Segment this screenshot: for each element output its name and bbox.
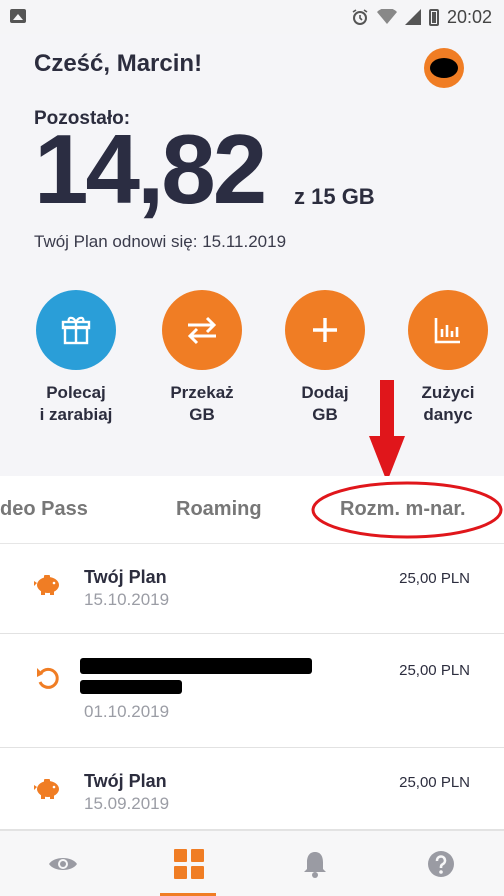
- transaction-amount: 25,00 PLN: [399, 774, 470, 791]
- list-item[interactable]: Twój Plan 15.10.2019 25,00 PLN: [0, 544, 504, 634]
- transaction-title: Twój Plan: [84, 771, 167, 791]
- redaction-bar: [80, 658, 312, 674]
- signal-icon: [404, 9, 421, 25]
- quick-actions: Polecaj i zarabiaj Przekaż GB Dodaj GB Z…: [0, 290, 504, 430]
- annotation-ellipse-icon: [311, 481, 503, 539]
- clock: 20:02: [446, 6, 492, 27]
- transaction-date: 15.10.2019: [84, 590, 170, 609]
- action-label: Dodaj GB: [301, 383, 349, 425]
- action-label: Polecaj i zarabiaj: [39, 383, 113, 425]
- nav-notifications[interactable]: [252, 831, 378, 896]
- greeting: Cześć, Marcin!: [34, 50, 203, 77]
- redaction-bar: [80, 680, 182, 694]
- image-notification-icon: [10, 9, 26, 23]
- action-add[interactable]: Dodaj GB: [265, 290, 385, 426]
- help-icon: [428, 851, 454, 877]
- transaction-date: 01.10.2019: [84, 702, 170, 721]
- gift-icon: [36, 290, 116, 370]
- chart-icon: [408, 290, 488, 370]
- status-bar: 20:02: [0, 0, 504, 34]
- battery-icon: [428, 8, 439, 26]
- remaining-unit: z 15 GB: [294, 184, 375, 209]
- eye-icon: [49, 858, 77, 870]
- avatar[interactable]: [424, 48, 464, 88]
- piggy-bank-icon: [34, 774, 62, 802]
- action-transfer[interactable]: Przekaż GB: [142, 290, 262, 426]
- nav-help[interactable]: [378, 831, 504, 896]
- action-label: Zużyci danyc: [421, 383, 475, 425]
- remaining-value: 14,82: [34, 114, 267, 224]
- renewal-date: Twój Plan odnowi się: 15.11.2019: [34, 232, 287, 251]
- wifi-icon: [376, 9, 397, 24]
- piggy-bank-icon: [34, 570, 62, 598]
- action-refer[interactable]: Polecaj i zarabiaj: [16, 290, 136, 426]
- transaction-amount: 25,00 PLN: [399, 662, 470, 679]
- alarm-icon: [352, 9, 368, 25]
- nav-overview[interactable]: [0, 831, 126, 896]
- transaction-date: 15.09.2019: [84, 794, 170, 813]
- action-usage[interactable]: Zużyci danyc: [388, 290, 504, 426]
- transfer-icon: [162, 290, 242, 370]
- list-item[interactable]: Twój Plan 15.09.2019 25,00 PLN: [0, 748, 504, 830]
- bottom-navigation: [0, 830, 504, 896]
- annotation-arrow-icon: [369, 380, 405, 482]
- transaction-amount: 25,00 PLN: [399, 570, 470, 587]
- tab-roaming[interactable]: Roaming: [176, 498, 262, 521]
- tab-video-pass[interactable]: deo Pass: [0, 498, 88, 521]
- grid-icon: [174, 849, 204, 879]
- nav-dashboard[interactable]: [126, 831, 252, 896]
- action-label: Przekaż GB: [170, 383, 234, 425]
- refresh-icon: [34, 664, 62, 692]
- list-item[interactable]: 01.10.2019 25,00 PLN: [0, 634, 504, 748]
- bell-icon: [304, 852, 326, 878]
- balance-panel: Cześć, Marcin! Pozostało: 14,82 z 15 GB …: [0, 34, 504, 476]
- plus-icon: [285, 290, 365, 370]
- transaction-title: Twój Plan: [84, 567, 167, 587]
- status-icons: 20:02: [351, 6, 492, 28]
